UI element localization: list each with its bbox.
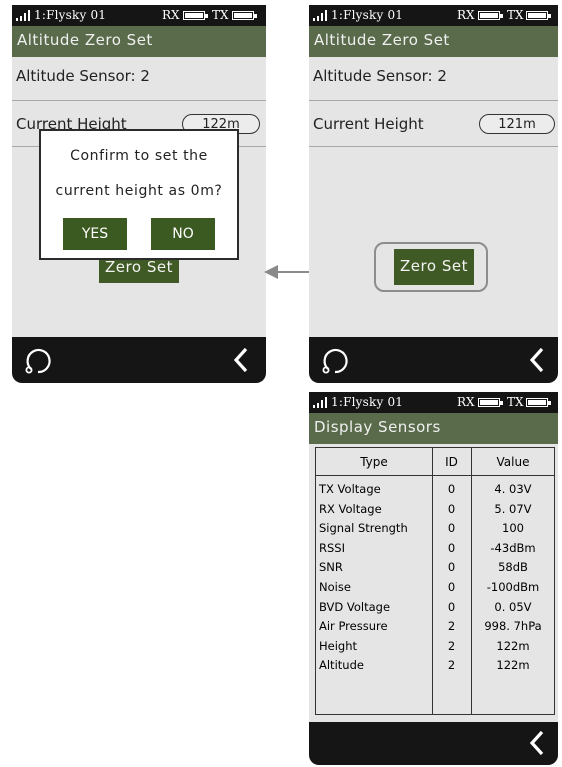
rx-label: RX bbox=[457, 8, 475, 22]
sensor-id-cell: 0 bbox=[447, 560, 456, 575]
status-bar: 1:Flysky 01 RX TX bbox=[309, 392, 558, 413]
sensor-type-cell: Height bbox=[319, 638, 358, 653]
signal-icon bbox=[16, 10, 32, 21]
column-header-value: Value bbox=[496, 455, 530, 469]
screen-display-sensors: 1:Flysky 01 RX TX Display Sensors Type I… bbox=[309, 392, 558, 765]
tx-battery-icon bbox=[526, 11, 551, 20]
status-bar: 1:Flysky 01 RX TX bbox=[12, 5, 266, 26]
sensor-id-cell: 2 bbox=[447, 638, 456, 653]
sensor-type-cell: Noise bbox=[319, 580, 351, 594]
sensor-value-cell: 100 bbox=[502, 521, 524, 536]
sensor-type-cell: Altitude bbox=[319, 658, 364, 673]
current-height-value: 121m bbox=[479, 114, 555, 134]
screen-altitude-zero-set: 1:Flysky 01 RX TX Altitude Zero Set Alti… bbox=[309, 5, 558, 383]
rx-label: RX bbox=[457, 395, 475, 409]
sensor-id-cell: 0 bbox=[447, 580, 456, 594]
table-row: BVD Voltage 0 0. 05V bbox=[316, 600, 554, 618]
sensor-label: Altitude Sensor: 2 bbox=[16, 67, 150, 85]
chevron-left-icon[interactable] bbox=[231, 347, 251, 373]
no-button[interactable]: NO bbox=[151, 218, 215, 250]
model-name: 1:Flysky 01 bbox=[331, 395, 404, 409]
header-divider bbox=[316, 475, 554, 476]
dialog-message-line2: current height as 0m? bbox=[55, 183, 223, 199]
sensor-id-cell: 0 bbox=[447, 501, 456, 516]
sensor-label: Altitude Sensor: 2 bbox=[313, 67, 447, 85]
confirm-dialog: Confirm to set the current height as 0m?… bbox=[39, 129, 239, 260]
sensor-value-cell: 122m bbox=[496, 638, 530, 653]
sensor-table: Type ID Value TX Voltage 0 4. 03V RX Voltag… bbox=[315, 447, 555, 715]
chevron-left-icon[interactable] bbox=[527, 347, 547, 373]
tx-label: TX bbox=[212, 8, 229, 22]
sensor-type-cell: Air Pressure bbox=[319, 619, 388, 634]
model-name: 1:Flysky 01 bbox=[331, 8, 404, 22]
sensor-value-cell: -100dBm bbox=[486, 580, 540, 594]
model-name: 1:Flysky 01 bbox=[34, 8, 107, 22]
bottom-bar bbox=[12, 337, 266, 383]
circle-arrow-icon[interactable] bbox=[22, 345, 54, 375]
page-title: Altitude Zero Set bbox=[309, 26, 558, 57]
page-title: Altitude Zero Set bbox=[12, 26, 266, 57]
circle-arrow-icon[interactable] bbox=[319, 345, 351, 375]
table-row: Air Pressure 2 998. 7hPa bbox=[316, 619, 554, 637]
sensor-type-cell: RSSI bbox=[319, 540, 345, 555]
yes-button[interactable]: YES bbox=[63, 218, 127, 250]
divider bbox=[12, 100, 266, 101]
sensor-id-cell: 2 bbox=[447, 658, 456, 673]
sensor-value-cell: -43dBm bbox=[490, 540, 536, 555]
signal-icon bbox=[313, 397, 329, 408]
sensor-id-cell: 0 bbox=[447, 482, 456, 496]
rx-battery-icon bbox=[478, 398, 503, 407]
table-row: Altitude 2 122m bbox=[316, 658, 554, 676]
page-title: Display Sensors bbox=[309, 413, 558, 444]
column-header-id: ID bbox=[445, 455, 458, 469]
chevron-left-icon[interactable] bbox=[527, 730, 547, 756]
tx-battery-icon bbox=[232, 11, 257, 20]
bottom-bar bbox=[309, 722, 558, 765]
sensor-value-cell: 4. 03V bbox=[494, 482, 532, 496]
sensor-value-cell: 998. 7hPa bbox=[484, 619, 542, 634]
sensor-value-cell: 122m bbox=[496, 658, 530, 673]
signal-icon bbox=[313, 10, 329, 21]
divider bbox=[309, 100, 558, 101]
dialog-message-line1: Confirm to set the bbox=[70, 148, 208, 164]
screen-altitude-zero-set-dialog: 1:Flysky 01 RX TX Altitude Zero Set Alti… bbox=[12, 5, 266, 383]
sensor-id-cell: 0 bbox=[447, 540, 456, 555]
sensor-id-cell: 0 bbox=[447, 599, 456, 614]
rx-label: RX bbox=[162, 8, 180, 22]
sensor-type-cell: SNR bbox=[319, 560, 343, 575]
rx-battery-icon bbox=[183, 11, 208, 20]
table-row: Height 2 122m bbox=[316, 639, 554, 657]
tx-label: TX bbox=[507, 395, 524, 409]
sensor-type-cell: RX Voltage bbox=[319, 501, 382, 516]
sensor-value-cell: 5. 07V bbox=[494, 501, 532, 516]
sensor-type-cell: BVD Voltage bbox=[319, 599, 391, 614]
sensor-value-cell: 0. 05V bbox=[494, 599, 532, 614]
divider bbox=[309, 146, 558, 147]
column-header-type: Type bbox=[360, 455, 388, 469]
sensor-value-cell: 58dB bbox=[498, 560, 528, 575]
status-bar: 1:Flysky 01 RX TX bbox=[309, 5, 558, 26]
bottom-bar bbox=[309, 337, 558, 383]
zero-set-button[interactable]: Zero Set bbox=[394, 249, 474, 285]
sensor-id-cell: 0 bbox=[447, 521, 456, 536]
table-row: Signal Strength 0 100 bbox=[316, 521, 554, 539]
table-row: SNR 0 58dB bbox=[316, 560, 554, 578]
sensor-type-cell: TX Voltage bbox=[319, 482, 381, 496]
tx-battery-icon bbox=[526, 398, 551, 407]
table-row: RX Voltage 0 5. 07V bbox=[316, 502, 554, 520]
sensor-type-cell: Signal Strength bbox=[319, 521, 408, 536]
table-row: TX Voltage 0 4. 03V bbox=[316, 482, 554, 500]
table-row: RSSI 0 -43dBm bbox=[316, 541, 554, 559]
rx-battery-icon bbox=[478, 11, 503, 20]
tx-label: TX bbox=[507, 8, 524, 22]
table-row: Noise 0 -100dBm bbox=[316, 580, 554, 598]
sensor-id-cell: 2 bbox=[447, 619, 456, 634]
